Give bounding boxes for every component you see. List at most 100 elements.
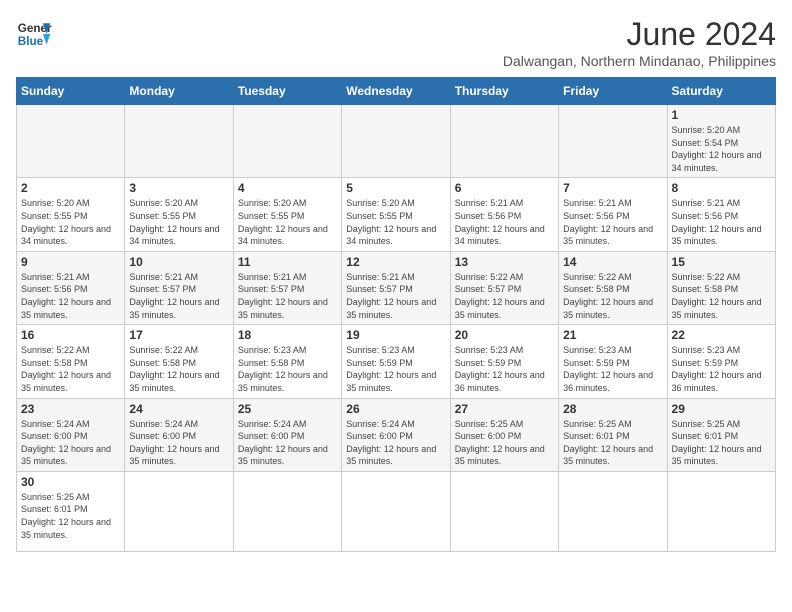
day-number: 23 <box>21 402 120 416</box>
calendar-week-row: 16 Sunrise: 5:22 AMSunset: 5:58 PMDayligh… <box>17 325 776 398</box>
calendar-cell: 27 Sunrise: 5:25 AMSunset: 6:00 PMDayligh… <box>450 398 558 471</box>
day-number: 24 <box>129 402 228 416</box>
calendar-cell: 16 Sunrise: 5:22 AMSunset: 5:58 PMDayligh… <box>17 325 125 398</box>
day-info: Sunrise: 5:21 AMSunset: 5:56 PMDaylight:… <box>21 271 120 321</box>
day-info: Sunrise: 5:21 AMSunset: 5:56 PMDaylight:… <box>563 197 662 247</box>
calendar-cell: 11Sunrise: 5:21 AMSunset: 5:57 PMDayligh… <box>233 251 341 324</box>
day-info: Sunrise: 5:25 AMSunset: 6:01 PMDaylight:… <box>21 491 120 541</box>
day-number: 7 <box>563 181 662 195</box>
day-info: Sunrise: 5:21 AMSunset: 5:56 PMDaylight:… <box>455 197 554 247</box>
day-info: Sunrise: 5:20 AMSunset: 5:55 PMDaylight:… <box>21 197 120 247</box>
calendar-cell <box>450 105 558 178</box>
day-info: Sunrise: 5:20 AMSunset: 5:54 PMDaylight:… <box>672 124 771 174</box>
calendar-cell: 23Sunrise: 5:24 AMSunset: 6:00 PMDayligh… <box>17 398 125 471</box>
calendar-cell: 24 Sunrise: 5:24 AMSunset: 6:00 PMDayligh… <box>125 398 233 471</box>
day-number: 17 <box>129 328 228 342</box>
day-info: Sunrise: 5:25 AMSunset: 6:00 PMDaylight:… <box>455 418 554 468</box>
day-number: 19 <box>346 328 445 342</box>
calendar-week-row: 9 Sunrise: 5:21 AMSunset: 5:56 PMDaylight… <box>17 251 776 324</box>
col-friday: Friday <box>559 78 667 105</box>
day-info: Sunrise: 5:24 AMSunset: 6:00 PMDaylight:… <box>129 418 228 468</box>
calendar-cell: 22 Sunrise: 5:23 AMSunset: 5:59 PMDayligh… <box>667 325 775 398</box>
day-info: Sunrise: 5:22 AMSunset: 5:58 PMDaylight:… <box>21 344 120 394</box>
day-number: 14 <box>563 255 662 269</box>
day-number: 15 <box>672 255 771 269</box>
calendar-cell: 28Sunrise: 5:25 AMSunset: 6:01 PMDayligh… <box>559 398 667 471</box>
calendar-cell <box>342 471 450 551</box>
calendar-cell: 15Sunrise: 5:22 AMSunset: 5:58 PMDayligh… <box>667 251 775 324</box>
col-monday: Monday <box>125 78 233 105</box>
day-number: 25 <box>238 402 337 416</box>
calendar-week-row: 23 Sunrise: 5:24 AMSunset: 6:00 PMDayligh… <box>17 398 776 471</box>
day-number: 10 <box>129 255 228 269</box>
col-wednesday: Wednesday <box>342 78 450 105</box>
day-info: Sunrise: 5:23 AMSunset: 5:59 PMDaylight:… <box>672 344 771 394</box>
calendar-table: Sunday Monday Tuesday Wednesday Thursday… <box>16 77 776 552</box>
day-number: 18 <box>238 328 337 342</box>
day-number: 13 <box>455 255 554 269</box>
day-number: 29 <box>672 402 771 416</box>
day-number: 12 <box>346 255 445 269</box>
calendar-week-row: 30 Sunrise: 5:25 AMSunset: 6:01 PMDayligh… <box>17 471 776 551</box>
calendar-cell <box>233 105 341 178</box>
day-number: 16 <box>21 328 120 342</box>
calendar-cell <box>342 105 450 178</box>
day-info: Sunrise: 5:21 AMSunset: 5:57 PMDaylight:… <box>346 271 445 321</box>
calendar-week-row: 1Sunrise: 5:20 AMSunset: 5:54 PMDaylight… <box>17 105 776 178</box>
day-number: 28 <box>563 402 662 416</box>
day-info: Sunrise: 5:23 AMSunset: 5:59 PMDaylight:… <box>563 344 662 394</box>
day-number: 22 <box>672 328 771 342</box>
day-number: 2 <box>21 181 120 195</box>
location-subtitle: Dalwangan, Northern Mindanao, Philippine… <box>503 53 776 69</box>
calendar-cell: 29 Sunrise: 5:25 AMSunset: 6:01 PMDayligh… <box>667 398 775 471</box>
calendar-cell: 26 Sunrise: 5:24 AMSunset: 6:00 PMDayligh… <box>342 398 450 471</box>
logo: General Blue <box>16 16 52 52</box>
day-number: 27 <box>455 402 554 416</box>
day-info: Sunrise: 5:22 AMSunset: 5:58 PMDaylight:… <box>563 271 662 321</box>
calendar-cell: 7 Sunrise: 5:21 AMSunset: 5:56 PMDaylight… <box>559 178 667 251</box>
day-info: Sunrise: 5:21 AMSunset: 5:57 PMDaylight:… <box>129 271 228 321</box>
day-info: Sunrise: 5:23 AMSunset: 5:59 PMDaylight:… <box>346 344 445 394</box>
calendar-cell: 6 Sunrise: 5:21 AMSunset: 5:56 PMDaylight… <box>450 178 558 251</box>
col-sunday: Sunday <box>17 78 125 105</box>
day-info: Sunrise: 5:23 AMSunset: 5:58 PMDaylight:… <box>238 344 337 394</box>
day-info: Sunrise: 5:21 AMSunset: 5:57 PMDaylight:… <box>238 271 337 321</box>
calendar-cell: 10 Sunrise: 5:21 AMSunset: 5:57 PMDayligh… <box>125 251 233 324</box>
calendar-cell: 9 Sunrise: 5:21 AMSunset: 5:56 PMDaylight… <box>17 251 125 324</box>
calendar-cell: 12 Sunrise: 5:21 AMSunset: 5:57 PMDayligh… <box>342 251 450 324</box>
calendar-cell <box>17 105 125 178</box>
calendar-cell: 20Sunrise: 5:23 AMSunset: 5:59 PMDayligh… <box>450 325 558 398</box>
day-number: 6 <box>455 181 554 195</box>
day-info: Sunrise: 5:22 AMSunset: 5:57 PMDaylight:… <box>455 271 554 321</box>
day-info: Sunrise: 5:25 AMSunset: 6:01 PMDaylight:… <box>672 418 771 468</box>
day-info: Sunrise: 5:24 AMSunset: 6:00 PMDaylight:… <box>238 418 337 468</box>
day-info: Sunrise: 5:22 AMSunset: 5:58 PMDaylight:… <box>129 344 228 394</box>
day-number: 5 <box>346 181 445 195</box>
day-number: 3 <box>129 181 228 195</box>
calendar-body: 1Sunrise: 5:20 AMSunset: 5:54 PMDaylight… <box>17 105 776 552</box>
col-tuesday: Tuesday <box>233 78 341 105</box>
calendar-cell: 3 Sunrise: 5:20 AMSunset: 5:55 PMDaylight… <box>125 178 233 251</box>
calendar-cell: 14 Sunrise: 5:22 AMSunset: 5:58 PMDayligh… <box>559 251 667 324</box>
day-info: Sunrise: 5:20 AMSunset: 5:55 PMDaylight:… <box>129 197 228 247</box>
day-number: 30 <box>21 475 120 489</box>
calendar-cell: 19 Sunrise: 5:23 AMSunset: 5:59 PMDayligh… <box>342 325 450 398</box>
svg-text:Blue: Blue <box>18 35 44 48</box>
day-number: 26 <box>346 402 445 416</box>
day-number: 4 <box>238 181 337 195</box>
calendar-cell: 2 Sunrise: 5:20 AMSunset: 5:55 PMDaylight… <box>17 178 125 251</box>
calendar-cell <box>450 471 558 551</box>
day-info: Sunrise: 5:21 AMSunset: 5:56 PMDaylight:… <box>672 197 771 247</box>
calendar-cell <box>125 471 233 551</box>
day-info: Sunrise: 5:20 AMSunset: 5:55 PMDaylight:… <box>238 197 337 247</box>
calendar-cell: 18 Sunrise: 5:23 AMSunset: 5:58 PMDayligh… <box>233 325 341 398</box>
calendar-cell <box>233 471 341 551</box>
day-number: 8 <box>672 181 771 195</box>
col-saturday: Saturday <box>667 78 775 105</box>
day-info: Sunrise: 5:24 AMSunset: 6:00 PMDaylight:… <box>346 418 445 468</box>
month-title: June 2024 <box>503 16 776 53</box>
day-info: Sunrise: 5:23 AMSunset: 5:59 PMDaylight:… <box>455 344 554 394</box>
calendar-week-row: 2 Sunrise: 5:20 AMSunset: 5:55 PMDaylight… <box>17 178 776 251</box>
calendar-cell: 17 Sunrise: 5:22 AMSunset: 5:58 PMDayligh… <box>125 325 233 398</box>
day-number: 9 <box>21 255 120 269</box>
